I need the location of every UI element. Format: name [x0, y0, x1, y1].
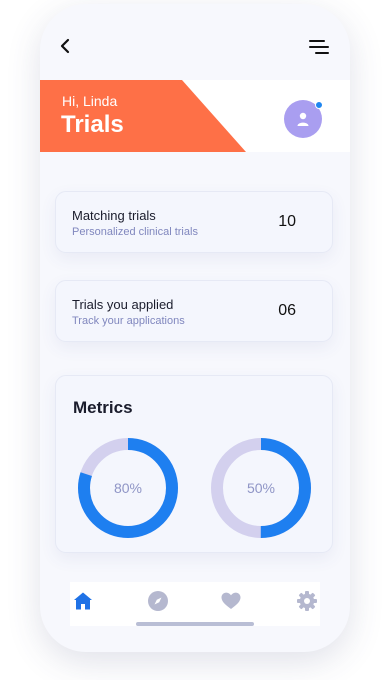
progress-gauge: 80%: [78, 438, 178, 538]
nav-explore[interactable]: [147, 590, 169, 612]
avatar[interactable]: [284, 100, 323, 138]
nav-home[interactable]: [72, 590, 94, 612]
progress-gauge: 50%: [211, 438, 311, 538]
card-title: Trials you applied: [72, 297, 174, 312]
nav-settings[interactable]: [296, 590, 318, 612]
greeting: Hi, Linda: [62, 93, 118, 109]
page-title: Trials: [61, 111, 124, 138]
gauge-label: 80%: [114, 480, 142, 496]
user-icon: [297, 112, 309, 126]
bottom-nav: [70, 582, 320, 626]
matching-trials-card[interactable]: Matching trials Personalized clinical tr…: [55, 191, 333, 253]
compass-icon: [148, 591, 168, 611]
card-title: Matching trials: [72, 208, 156, 223]
metrics-panel: Metrics 80% 50%: [55, 375, 333, 553]
metrics-title: Metrics: [73, 398, 133, 417]
card-count: 10: [278, 213, 296, 230]
menu-icon: [309, 40, 329, 54]
menu-button[interactable]: [308, 38, 330, 56]
back-button[interactable]: [58, 37, 72, 55]
applied-trials-card[interactable]: Trials you applied Track your applicatio…: [55, 280, 333, 342]
card-subtitle: Personalized clinical trials: [72, 226, 198, 238]
notification-dot: [315, 101, 323, 109]
home-indicator[interactable]: [136, 622, 254, 626]
gear-icon: [297, 591, 317, 611]
phone-screen: Hi, Linda Trials Matching trials Persona…: [40, 4, 350, 652]
card-subtitle: Track your applications: [72, 315, 185, 327]
chevron-left-icon: [60, 38, 70, 54]
card-count: 06: [278, 302, 296, 319]
home-icon: [74, 592, 92, 610]
header-banner: Hi, Linda Trials: [40, 80, 350, 152]
top-bar: [40, 4, 350, 80]
gauge-label: 50%: [247, 480, 275, 496]
nav-favorites[interactable]: [220, 590, 242, 612]
heart-icon: [221, 592, 241, 609]
